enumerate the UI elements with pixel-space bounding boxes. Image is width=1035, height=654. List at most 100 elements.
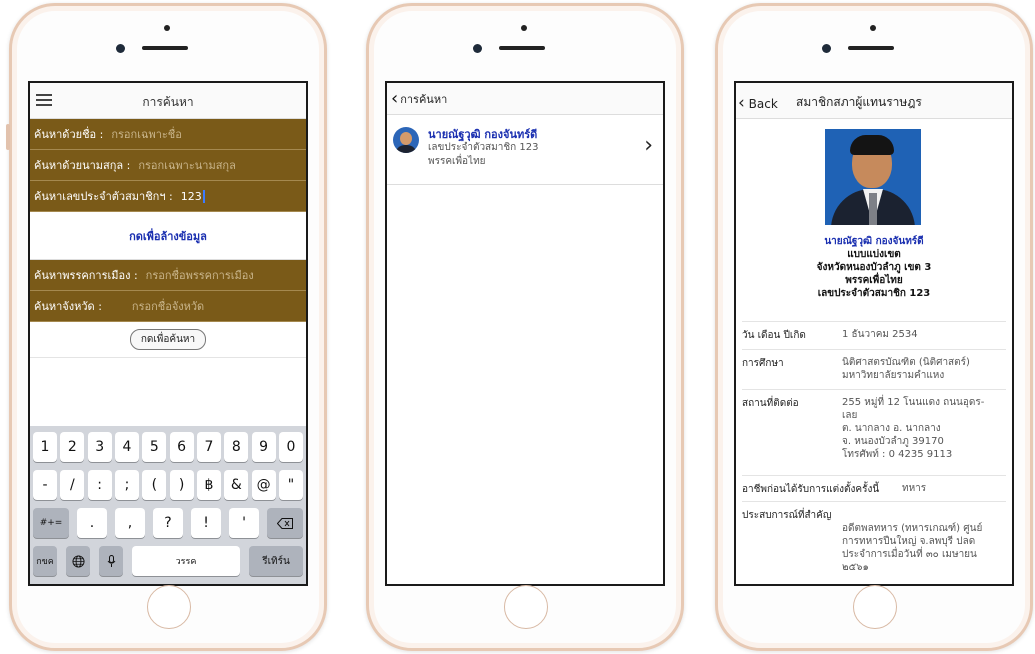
phone-frame-results: ‹ การค้นหา นายณัฐวุฒิ กองจันทร์ดี เลขประ… xyxy=(366,3,684,651)
detail-value: 1 ธันวาคม 2534 xyxy=(842,329,918,340)
return-key[interactable]: รีเทิร์น xyxy=(249,546,303,576)
key[interactable]: , xyxy=(115,508,145,538)
key[interactable]: . xyxy=(77,508,107,538)
search-by-name-field[interactable]: ค้นหาด้วยชื่อ : กรอกเฉพาะชื่อ xyxy=(30,119,306,150)
detail-row-education: การศึกษา นิติศาสตรบัณฑิต (นิติศาสตร์) มหา… xyxy=(742,349,1006,389)
key[interactable]: 2 xyxy=(60,432,85,462)
field-label: ค้นหาด้วยนามสกุล : xyxy=(34,159,131,172)
front-sensor xyxy=(164,25,170,31)
key[interactable]: : xyxy=(87,470,112,500)
back-button[interactable]: ‹ Back xyxy=(738,93,778,113)
key[interactable]: @ xyxy=(251,470,276,500)
globe-key[interactable] xyxy=(66,546,90,576)
key[interactable]: 1 xyxy=(33,432,57,462)
photo-tie xyxy=(869,193,877,225)
detail-row-birthdate: วัน เดือน ปีเกิด 1 ธันวาคม 2534 xyxy=(742,321,1006,349)
member-number: เลขประจำตัวสมาชิก 123 xyxy=(817,288,931,299)
search-by-member-no-field[interactable]: ค้นหาเลขประจำตัวสมาชิกฯ : 123 xyxy=(30,181,306,212)
backspace-icon xyxy=(277,517,293,529)
detail-value: ทหาร xyxy=(902,483,927,494)
field-placeholder: กรอกเฉพาะชื่อ xyxy=(111,128,182,141)
search-button-row: กดเพื่อค้นหา xyxy=(30,322,306,358)
detail-label: วัน เดือน ปีเกิด xyxy=(742,330,806,341)
nav-bar: ‹ Back สมาชิกสภาผู้แทนราษฎร xyxy=(736,83,1012,119)
key[interactable]: ! xyxy=(191,508,221,538)
keyboard-row-symbols: - / : ; ( ) ฿ & @ " xyxy=(33,470,303,500)
detail-row-address: สถานที่ติดต่อ 255 หมู่ที่ 12 โนนแดง ถนนอ… xyxy=(742,389,1006,475)
key[interactable]: 9 xyxy=(251,432,276,462)
key[interactable]: / xyxy=(60,470,85,500)
front-camera xyxy=(822,44,831,53)
field-label: ค้นหาด้วยชื่อ : xyxy=(34,128,104,141)
key[interactable]: 7 xyxy=(196,432,221,462)
avatar xyxy=(393,127,419,153)
language-key[interactable]: กขค xyxy=(33,546,57,576)
key[interactable]: 0 xyxy=(278,432,303,462)
shift-symbols-key[interactable]: #+= xyxy=(33,508,69,538)
backspace-key[interactable] xyxy=(267,508,303,538)
search-by-province-field[interactable]: ค้นหาจังหวัด : กรอกชื่อจังหวัด xyxy=(30,291,306,322)
detail-value: อดีตพลทหาร (ทหารเกณฑ์) ศูนย์ การทหารปืนให… xyxy=(842,523,983,573)
home-button[interactable] xyxy=(504,585,548,629)
chevron-right-icon: › xyxy=(644,133,653,158)
search-by-party-field[interactable]: ค้นหาพรรคการเมือง : กรอกชื่อพรรคการเมือง xyxy=(30,260,306,291)
dictation-key[interactable] xyxy=(99,546,123,576)
key[interactable]: & xyxy=(224,470,249,500)
member-party: พรรคเพื่อไทย xyxy=(845,275,903,286)
text-cursor xyxy=(202,189,205,203)
key[interactable]: ) xyxy=(169,470,194,500)
member-type: แบบแบ่งเขต xyxy=(847,249,901,260)
detail-screen: ‹ Back สมาชิกสภาผู้แทนราษฎร นายณัฐวุฒิ ก… xyxy=(734,81,1014,586)
microphone-icon xyxy=(107,554,115,567)
key[interactable]: 5 xyxy=(142,432,167,462)
detail-value: นิติศาสตรบัณฑิต (นิติศาสตร์) มหาวิทยาลัยร… xyxy=(842,357,970,381)
result-list-item[interactable]: นายณัฐวุฒิ กองจันทร์ดี เลขประจำตัวสมาชิก… xyxy=(387,115,663,185)
key[interactable]: ฿ xyxy=(196,470,221,500)
field-label: ค้นหาพรรคการเมือง : xyxy=(34,269,138,282)
front-sensor xyxy=(870,25,876,31)
key[interactable]: ? xyxy=(153,508,183,538)
front-sensor xyxy=(521,25,527,31)
member-summary: นายณัฐวุฒิ กองจันทร์ดี แบบแบ่งเขต จังหวั… xyxy=(736,235,1012,300)
side-button xyxy=(6,124,10,150)
key[interactable]: " xyxy=(278,470,303,500)
back-button[interactable]: ‹ การค้นหา xyxy=(387,83,663,115)
chevron-left-icon: ‹ xyxy=(738,93,745,113)
avatar-suit xyxy=(395,145,417,153)
key[interactable]: 6 xyxy=(169,432,194,462)
earpiece-speaker xyxy=(499,46,545,50)
keyboard: 1 2 3 4 5 6 7 8 9 0 - / : ; ( ) ฿ & @ " … xyxy=(30,426,306,584)
back-label: การค้นหา xyxy=(400,92,448,106)
result-party: พรรคเพื่อไทย xyxy=(428,156,486,167)
key[interactable]: 3 xyxy=(87,432,112,462)
field-placeholder: กรอกชื่อพรรคการเมือง xyxy=(145,269,254,282)
avatar-face xyxy=(400,132,412,145)
home-button[interactable] xyxy=(853,585,897,629)
clear-data-button[interactable]: กดเพื่อล้างข้อมูล xyxy=(30,212,306,260)
earpiece-speaker xyxy=(142,46,188,50)
home-button[interactable] xyxy=(147,585,191,629)
search-by-surname-field[interactable]: ค้นหาด้วยนามสกุล : กรอกเฉพาะนามสกุล xyxy=(30,150,306,181)
detail-label: การศึกษา xyxy=(742,358,784,369)
nav-title: การค้นหา xyxy=(142,95,194,109)
results-screen: ‹ การค้นหา นายณัฐวุฒิ กองจันทร์ดี เลขประ… xyxy=(385,81,665,586)
phone-frame-detail: ‹ Back สมาชิกสภาผู้แทนราษฎร นายณัฐวุฒิ ก… xyxy=(715,3,1033,651)
search-button[interactable]: กดเพื่อค้นหา xyxy=(129,329,207,350)
detail-label: อาชีพก่อนได้รับการแต่งตั้งครั้งนี้ xyxy=(742,484,880,495)
keyboard-row-bottom: กขค วรรค รีเทิร์น xyxy=(33,546,303,576)
key[interactable]: ' xyxy=(229,508,259,538)
back-label: Back xyxy=(748,97,778,111)
detail-value: 255 หมู่ที่ 12 โนนแดง ถนนอุดร- เลย ต. นากล… xyxy=(842,397,985,460)
keyboard-row-numbers: 1 2 3 4 5 6 7 8 9 0 xyxy=(33,432,303,462)
result-member-no: เลขประจำตัวสมาชิก 123 xyxy=(428,142,539,153)
field-value: 123 xyxy=(180,189,202,203)
key[interactable]: ( xyxy=(142,470,167,500)
field-label: ค้นหาจังหวัด : xyxy=(34,300,102,313)
key[interactable]: 8 xyxy=(224,432,249,462)
earpiece-speaker xyxy=(848,46,894,50)
member-photo xyxy=(825,129,921,225)
key[interactable]: 4 xyxy=(114,432,139,462)
key[interactable]: - xyxy=(33,470,57,500)
space-key[interactable]: วรรค xyxy=(132,546,240,576)
key[interactable]: ; xyxy=(114,470,139,500)
